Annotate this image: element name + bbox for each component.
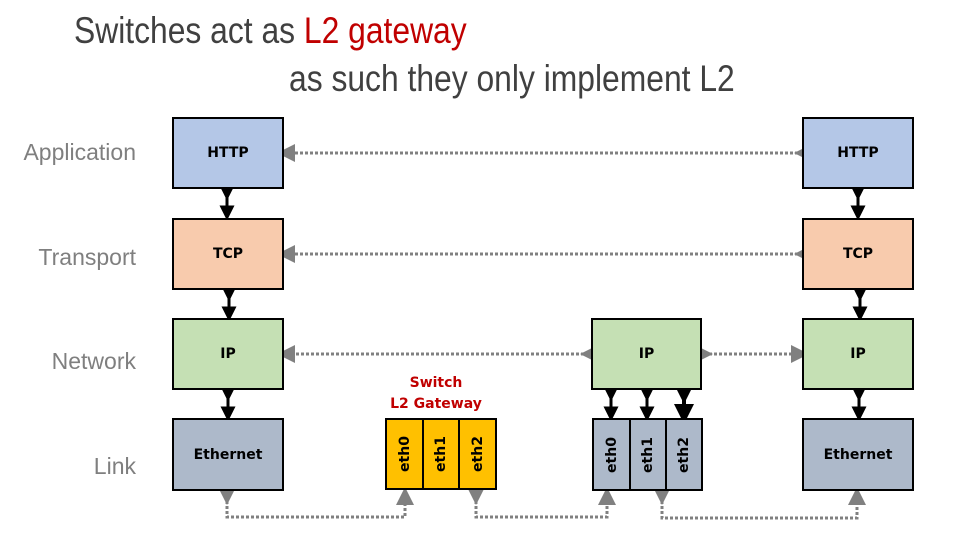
router-port-eth0: eth0 [592, 418, 631, 491]
left-ethernet-box: Ethernet [172, 418, 284, 491]
link-wire-router-to-host [653, 487, 866, 520]
right-ethernet-label: Ethernet [823, 446, 893, 463]
left-ip-label: IP [220, 346, 236, 362]
switch-port-eth2-label: eth2 [469, 436, 486, 472]
switch-port-eth0: eth0 [385, 418, 424, 490]
link-wire-switch-to-router [467, 487, 616, 519]
router-port-eth1-label: eth1 [640, 436, 656, 473]
right-ip-label: IP [850, 346, 866, 362]
switch-label-line2: L2 Gateway [390, 396, 482, 412]
left-tcp-label: TCP [212, 246, 244, 262]
switch-port-eth2: eth2 [458, 418, 497, 490]
left-tcp-box: TCP [172, 218, 284, 290]
left-http-box: HTTP [172, 117, 284, 189]
router-ip-box: IP [591, 318, 702, 390]
router-ip-label: IP [638, 346, 655, 362]
left-ethernet-label: Ethernet [193, 446, 263, 463]
router-port-eth0-label: eth0 [603, 436, 620, 473]
switch-label-line1: Switch [409, 375, 463, 391]
router-port-eth1: eth1 [629, 418, 667, 491]
link-wire-host-to-switch [218, 487, 414, 519]
switch-port-eth0-label: eth0 [396, 436, 413, 472]
right-http-label: HTTP [837, 145, 879, 161]
right-tcp-box: TCP [802, 218, 914, 290]
router-port-eth2: eth2 [665, 418, 703, 491]
switch-port-eth1: eth1 [422, 418, 460, 490]
switch-port-eth1-label: eth1 [433, 436, 449, 472]
left-ip-box: IP [172, 318, 284, 390]
right-ip-box: IP [802, 318, 914, 390]
right-http-box: HTTP [802, 117, 914, 189]
right-ethernet-box: Ethernet [802, 418, 914, 491]
router-port-eth2-label: eth2 [676, 436, 692, 473]
right-tcp-label: TCP [842, 246, 874, 262]
left-http-label: HTTP [207, 145, 249, 161]
switch-label: Switch L2 Gateway [375, 373, 497, 415]
